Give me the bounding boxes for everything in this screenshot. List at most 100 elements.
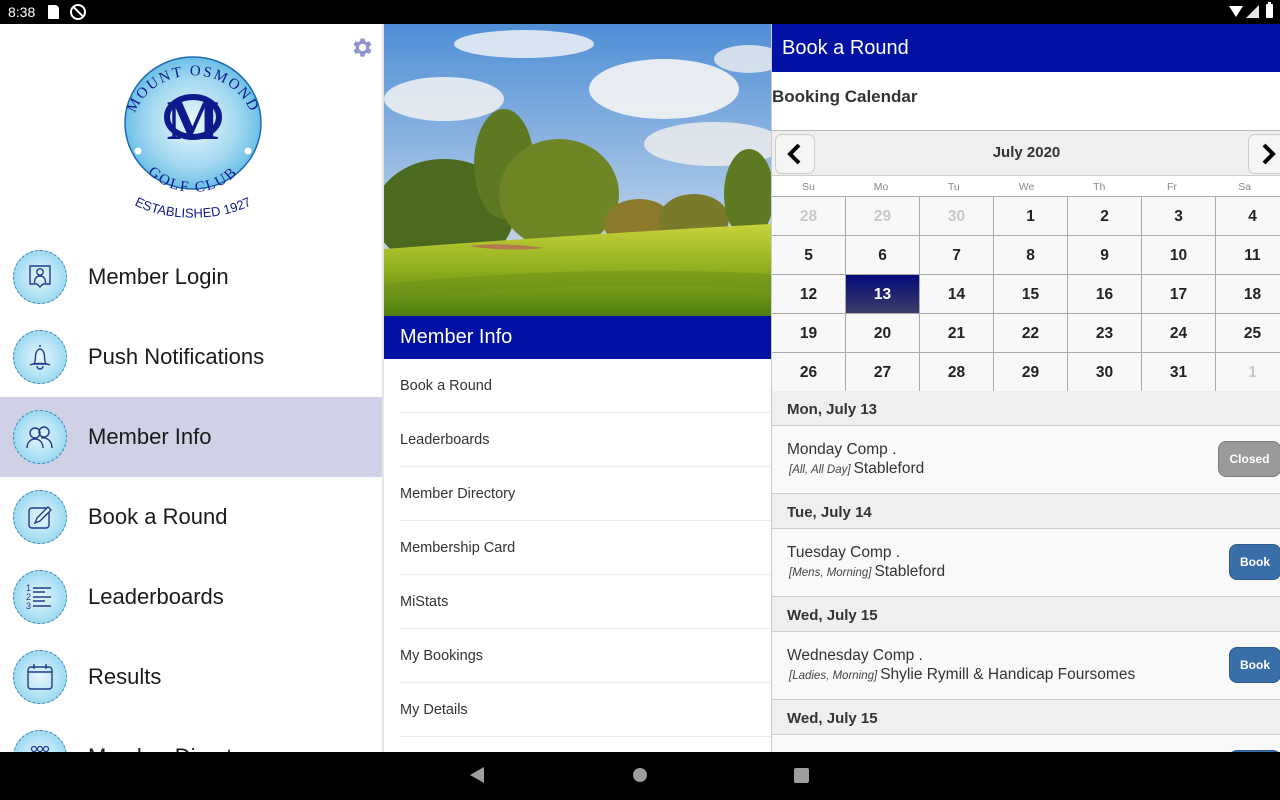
- wifi-icon: [1229, 6, 1243, 17]
- menu-item-book-a-round[interactable]: Book a Round: [0, 477, 382, 557]
- calendar-day[interactable]: 1: [994, 197, 1068, 235]
- calendar-day[interactable]: 5: [772, 236, 846, 274]
- calendar-day[interactable]: 15: [994, 275, 1068, 313]
- calendar-day[interactable]: 12: [772, 275, 846, 313]
- calendar-icon: [13, 650, 67, 704]
- book-button[interactable]: Book: [1229, 544, 1280, 580]
- calendar-day[interactable]: 2: [1068, 197, 1142, 235]
- calendar-day[interactable]: 8: [994, 236, 1068, 274]
- svg-text:ESTABLISHED 1927: ESTABLISHED 1927: [133, 194, 253, 221]
- weekday-header: Su Mo Tu We Th Fr Sa: [772, 176, 1280, 196]
- list-item-mistats[interactable]: MiStats: [400, 575, 771, 629]
- weekday-label: Sa: [1238, 181, 1252, 193]
- calendar-day[interactable]: 1: [1216, 353, 1280, 391]
- calendar-week-row: 5 6 7 8 9 10 11: [772, 236, 1280, 275]
- book-a-round-pane: Book a Round Booking Calendar July 2020 …: [771, 24, 1280, 752]
- event-format: Shylie Rymill & Handicap Foursomes: [880, 666, 1136, 683]
- calendar-day[interactable]: 23: [1068, 314, 1142, 352]
- calendar-day[interactable]: 26: [772, 353, 846, 391]
- member-info-header: Member Info: [384, 316, 771, 359]
- main-menu: Member Login Push Notifications Member I…: [0, 237, 382, 752]
- menu-item-push-notifications[interactable]: Push Notifications: [0, 317, 382, 397]
- event-tag: [Ladies, Morning]: [789, 670, 878, 682]
- list-item-my-details[interactable]: My Details: [400, 683, 771, 737]
- calendar-day-selected[interactable]: 13: [846, 275, 920, 313]
- recent-apps-icon[interactable]: [794, 768, 809, 783]
- calendar-month-label: July 2020: [992, 144, 1061, 161]
- calendar-day[interactable]: 30: [1068, 353, 1142, 391]
- calendar-day[interactable]: 18: [1216, 275, 1280, 313]
- event-format: Stableford: [874, 563, 946, 580]
- book-button[interactable]: Book: [1229, 647, 1280, 683]
- calendar-day[interactable]: 16: [1068, 275, 1142, 313]
- closed-button[interactable]: Closed: [1218, 441, 1280, 477]
- list-item-book-a-round[interactable]: Book a Round: [400, 359, 771, 413]
- status-bar: 8:38: [0, 0, 1280, 24]
- calendar-day[interactable]: 28: [920, 353, 994, 391]
- weekday-label: Su: [801, 181, 815, 193]
- home-icon[interactable]: [633, 768, 647, 782]
- calendar-day[interactable]: 14: [920, 275, 994, 313]
- calendar-day[interactable]: 30: [920, 197, 994, 235]
- gear-icon[interactable]: [349, 35, 374, 60]
- menu-label: Member Directory: [88, 744, 263, 752]
- pencil-icon: [13, 490, 67, 544]
- booking-calendar-title: Booking Calendar: [772, 87, 918, 106]
- event-date-header: Wed, July 15: [772, 597, 1280, 632]
- menu-item-leaderboards[interactable]: 123 Leaderboards: [0, 557, 382, 637]
- calendar-day[interactable]: 20: [846, 314, 920, 352]
- calendar-day[interactable]: 9: [1068, 236, 1142, 274]
- next-month-button[interactable]: [1248, 134, 1280, 174]
- calendar-day[interactable]: 4: [1216, 197, 1280, 235]
- list-item-membership-card[interactable]: Membership Card: [400, 521, 771, 575]
- ranked-list-icon: 123: [13, 570, 67, 624]
- calendar-day[interactable]: 22: [994, 314, 1068, 352]
- menu-label: Results: [88, 664, 162, 689]
- battery-icon: [1266, 2, 1273, 18]
- calendar-week-row: 12 13 14 15 16 17 18: [772, 275, 1280, 314]
- menu-item-member-login[interactable]: Member Login: [0, 237, 382, 317]
- menu-item-member-directory[interactable]: Member Directory: [0, 717, 382, 752]
- event-tag: [Mens, Morning]: [789, 567, 872, 579]
- calendar-day[interactable]: 31: [1142, 353, 1216, 391]
- calendar-day[interactable]: 17: [1142, 275, 1216, 313]
- calendar-day[interactable]: 19: [772, 314, 846, 352]
- calendar-day[interactable]: 29: [994, 353, 1068, 391]
- menu-label: Book a Round: [88, 504, 228, 529]
- calendar-day[interactable]: 6: [846, 236, 920, 274]
- chevron-right-icon: [1262, 143, 1276, 165]
- sd-card-icon: [48, 5, 59, 19]
- list-item-member-directory[interactable]: Member Directory: [400, 467, 771, 521]
- menu-item-results[interactable]: Results: [0, 637, 382, 717]
- calendar-day[interactable]: 10: [1142, 236, 1216, 274]
- calendar-day[interactable]: 7: [920, 236, 994, 274]
- calendar-grid: 28 29 30 1 2 3 4 5 6 7 8 9 10 11 12 13 14 15 16 17 18 19 20 21 2…: [772, 196, 1280, 392]
- menu-label: Member Login: [88, 264, 229, 289]
- calendar-week-row: 28 29 30 1 2 3 4: [772, 197, 1280, 236]
- calendar-day[interactable]: 24: [1142, 314, 1216, 352]
- event-date-header: Wed, July 15: [772, 700, 1280, 735]
- menu-item-member-info[interactable]: Member Info: [0, 397, 382, 477]
- back-icon[interactable]: [470, 767, 484, 783]
- calendar-day[interactable]: 29: [846, 197, 920, 235]
- member-login-icon: [13, 250, 67, 304]
- calendar-day[interactable]: 3: [1142, 197, 1216, 235]
- calendar-day[interactable]: 28: [772, 197, 846, 235]
- list-item-my-bookings[interactable]: My Bookings: [400, 629, 771, 683]
- svg-text:3: 3: [26, 601, 31, 611]
- calendar-day[interactable]: 21: [920, 314, 994, 352]
- calendar-day[interactable]: 11: [1216, 236, 1280, 274]
- weekday-label: We: [1018, 181, 1035, 193]
- club-logo: MOUNT OSMOND GOLF CLUB M ESTABLISHED 192…: [124, 56, 262, 221]
- calendar-week-row: 26 27 28 29 30 31 1: [772, 353, 1280, 392]
- weekday-label: Fr: [1166, 181, 1177, 193]
- calendar-day[interactable]: 27: [846, 353, 920, 391]
- event-row: Book: [772, 735, 1280, 752]
- list-item-leaderboards[interactable]: Leaderboards: [400, 413, 771, 467]
- golf-course-image: [384, 24, 771, 316]
- event-name: Tuesday Comp .: [787, 544, 901, 561]
- event-name: Wednesday Comp .: [787, 647, 923, 664]
- calendar-day[interactable]: 25: [1216, 314, 1280, 352]
- member-info-list: Book a Round Leaderboards Member Directo…: [384, 359, 771, 737]
- menu-label: Push Notifications: [88, 344, 265, 369]
